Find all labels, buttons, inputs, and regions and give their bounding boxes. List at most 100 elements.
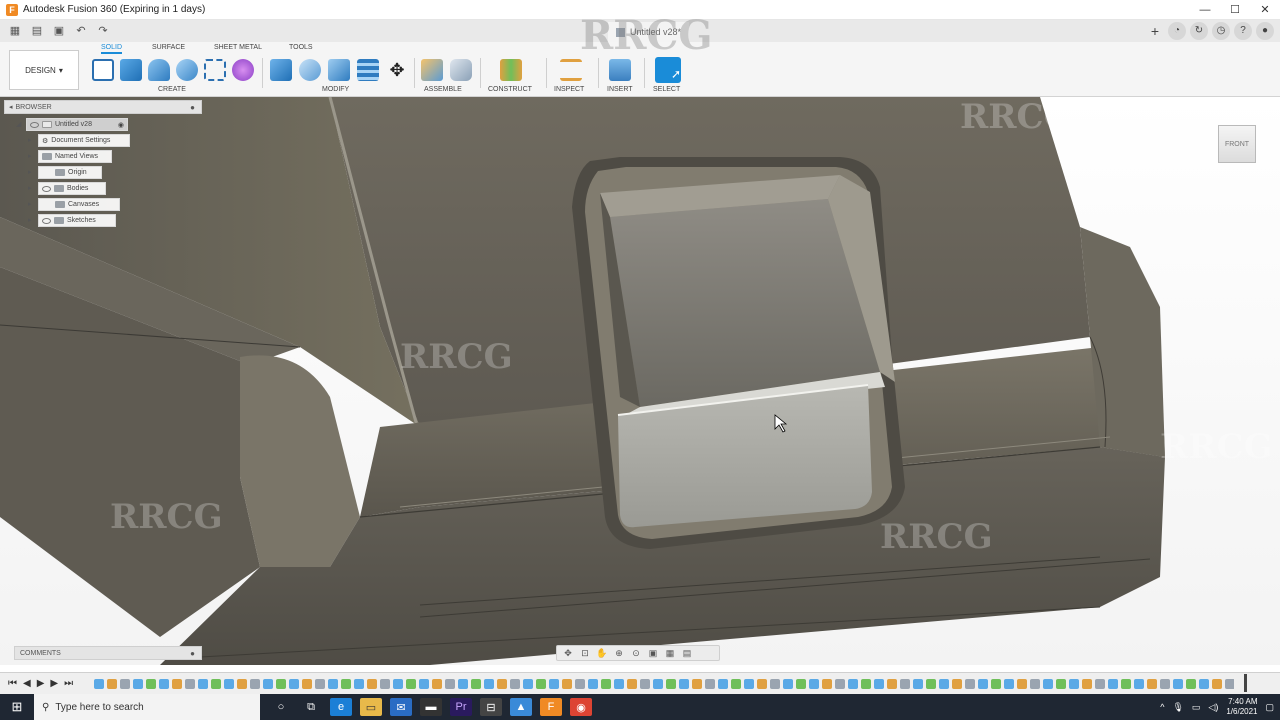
timeline-feature-icon[interactable] [926, 678, 936, 689]
timeline-feature-icon[interactable] [302, 678, 312, 689]
timeline-feature-icon[interactable] [510, 678, 520, 689]
timeline-feature-icon[interactable] [731, 678, 741, 689]
timeline-feature-icon[interactable] [952, 678, 962, 689]
expand-icon[interactable]: ▸ [28, 168, 32, 176]
timeline-feature-icon[interactable] [666, 678, 676, 689]
timeline-feature-icon[interactable] [523, 678, 533, 689]
timeline-feature-icon[interactable] [913, 678, 923, 689]
new-component-icon[interactable] [421, 59, 443, 81]
clock[interactable]: 7:40 AM 1/6/2021 [1226, 697, 1257, 717]
timeline-feature-icon[interactable] [627, 678, 637, 689]
eye-icon[interactable] [30, 121, 39, 128]
timeline-feature-icon[interactable] [1160, 678, 1170, 689]
timeline-feature-icon[interactable] [1147, 678, 1157, 689]
workspace-switcher[interactable]: DESIGN ▾ [9, 50, 79, 90]
timeline-feature-icon[interactable] [1095, 678, 1105, 689]
file-icon[interactable]: ▤ [28, 23, 46, 39]
timeline-feature-icon[interactable] [991, 678, 1001, 689]
timeline-feature-icon[interactable] [406, 678, 416, 689]
timeline-feature-icon[interactable] [1069, 678, 1079, 689]
timeline-feature-icon[interactable] [172, 678, 182, 689]
timeline-feature-icon[interactable] [1225, 678, 1234, 689]
timeline-feature-icon[interactable] [211, 678, 221, 689]
microphone-icon[interactable]: 🎙 [1172, 702, 1183, 713]
timeline-feature-icon[interactable] [250, 678, 260, 689]
select-icon[interactable]: ➚ [655, 57, 681, 83]
browser-header[interactable]: ◂ BROWSER ● [4, 100, 202, 114]
revolve-icon[interactable] [148, 59, 170, 81]
expand-icon[interactable]: ◢ [16, 120, 21, 128]
new-tab-icon[interactable]: + [1146, 22, 1164, 40]
timeline-feature-icon[interactable] [237, 678, 247, 689]
edge-icon[interactable]: e [330, 698, 352, 716]
timeline-feature-icon[interactable] [744, 678, 754, 689]
timeline-feature-icon[interactable] [1199, 678, 1209, 689]
pan-icon[interactable]: ✋ [595, 648, 609, 659]
viewports-icon[interactable]: ▤ [680, 648, 694, 659]
premiere-icon[interactable]: Pr [450, 698, 472, 716]
tab-tools[interactable]: TOOLS [289, 44, 313, 51]
mail-icon[interactable]: ✉ [390, 698, 412, 716]
timeline-feature-icon[interactable] [874, 678, 884, 689]
expand-icon[interactable]: ▸ [28, 152, 32, 160]
step-forward-icon[interactable]: ▶ [50, 678, 58, 689]
pin-icon[interactable]: ● [190, 649, 195, 658]
timeline-feature-icon[interactable] [198, 678, 208, 689]
timeline-feature-icon[interactable] [796, 678, 806, 689]
fusion-taskbar-icon[interactable]: F [540, 698, 562, 716]
cortana-icon[interactable]: ○ [270, 698, 292, 716]
help-icon[interactable]: ? [1234, 22, 1252, 40]
timeline-feature-icon[interactable] [471, 678, 481, 689]
pattern-icon[interactable] [204, 59, 226, 81]
timeline-feature-icon[interactable] [900, 678, 910, 689]
timeline-feature-icon[interactable] [120, 678, 130, 689]
press-pull-icon[interactable] [270, 59, 292, 81]
photos-icon[interactable]: ▲ [510, 698, 532, 716]
grid-settings-icon[interactable]: ▦ [663, 648, 677, 659]
comments-panel[interactable]: COMMENTS ● [14, 646, 202, 660]
timeline-feature-icon[interactable] [1121, 678, 1131, 689]
timeline-feature-icon[interactable] [380, 678, 390, 689]
timeline-feature-icon[interactable] [809, 678, 819, 689]
timeline-feature-icon[interactable] [367, 678, 377, 689]
move-icon[interactable]: ✥ [386, 59, 408, 81]
timeline-feature-icon[interactable] [1173, 678, 1183, 689]
timeline-feature-icon[interactable] [133, 678, 143, 689]
insert-image-icon[interactable] [609, 59, 631, 81]
timeline-feature-icon[interactable] [185, 678, 195, 689]
shell-icon[interactable] [357, 59, 379, 81]
avatar[interactable]: ● [1256, 22, 1274, 40]
timeline-feature-icon[interactable] [887, 678, 897, 689]
timeline-feature-icon[interactable] [341, 678, 351, 689]
orbit-icon[interactable]: ✥ [561, 648, 575, 659]
notification-icon[interactable]: ▢ [1265, 702, 1274, 713]
canvas-viewport[interactable]: RRCG RRCG RRCG RRCG RRCG FRONT [0, 97, 1280, 665]
tree-root[interactable]: Untitled v28 ◉ [26, 118, 128, 131]
view-cube-front-face[interactable]: FRONT [1218, 125, 1256, 163]
timeline-feature-icon[interactable] [965, 678, 975, 689]
timeline-feature-icon[interactable] [146, 678, 156, 689]
job-status-icon[interactable]: ◔ [1168, 22, 1186, 40]
timeline-feature-icon[interactable] [770, 678, 780, 689]
timeline-feature-icon[interactable] [562, 678, 572, 689]
group-create[interactable]: CREATE [158, 86, 186, 93]
task-view-icon[interactable]: ⧉ [300, 698, 322, 716]
fit-icon[interactable]: ⊙ [629, 648, 643, 659]
maximize-button[interactable]: ☐ [1220, 0, 1250, 20]
timeline-feature-icon[interactable] [757, 678, 767, 689]
timeline-feature-icon[interactable] [978, 678, 988, 689]
timeline-feature-icon[interactable] [484, 678, 494, 689]
display-settings-icon[interactable]: ▣ [646, 648, 660, 659]
close-button[interactable]: ✕ [1250, 0, 1280, 20]
play-icon[interactable]: ▶ [37, 678, 45, 689]
timeline-feature-icon[interactable] [939, 678, 949, 689]
timeline-feature-icon[interactable] [276, 678, 286, 689]
tree-item-named-views[interactable]: Named Views [38, 150, 112, 163]
timeline-feature-icon[interactable] [458, 678, 468, 689]
chamfer-icon[interactable] [328, 59, 350, 81]
notifications-icon[interactable]: ◷ [1212, 22, 1230, 40]
timeline-feature-icon[interactable] [536, 678, 546, 689]
timeline-feature-icon[interactable] [653, 678, 663, 689]
create-sketch-icon[interactable] [92, 59, 114, 81]
volume-icon[interactable]: ◁) [1208, 702, 1218, 713]
